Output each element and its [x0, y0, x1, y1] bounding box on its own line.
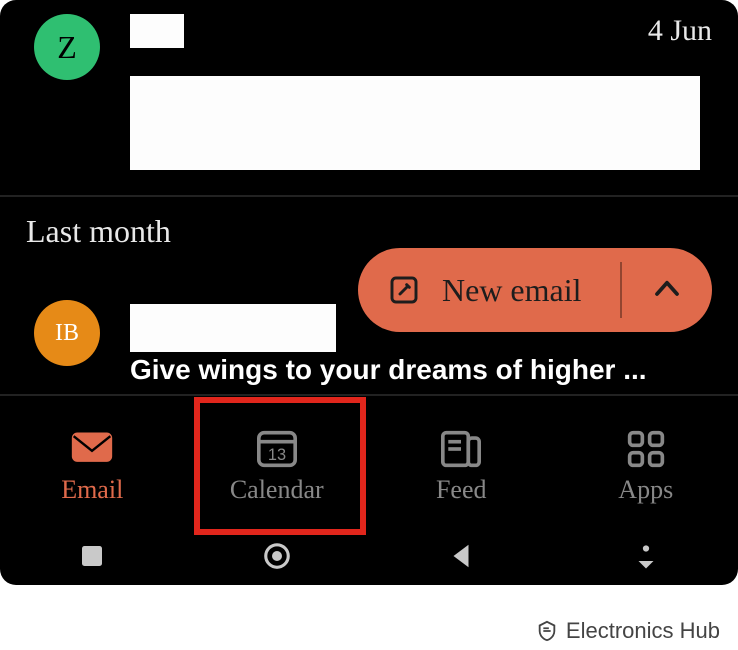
nav-label: Feed	[436, 475, 487, 505]
sender-avatar: IB	[34, 300, 100, 366]
back-icon[interactable]	[446, 541, 476, 571]
apps-icon	[624, 429, 668, 469]
email-row[interactable]: Z Z 4 Jun	[0, 0, 738, 197]
new-email-label: New email	[442, 272, 582, 309]
logo-icon	[536, 620, 558, 642]
android-system-bar	[0, 527, 738, 585]
compose-icon	[388, 274, 420, 306]
new-email-button[interactable]: New email	[358, 248, 712, 332]
nav-label: Email	[61, 475, 123, 505]
email-subject: Give wings to your dreams of higher ...	[130, 354, 722, 386]
feed-icon	[439, 429, 483, 469]
home-icon[interactable]	[262, 541, 292, 571]
watermark: Electronics Hub	[536, 618, 720, 644]
chevron-up-icon[interactable]	[652, 274, 682, 304]
redaction-block	[130, 304, 336, 352]
email-icon	[70, 429, 114, 469]
divider	[620, 262, 622, 318]
nav-apps[interactable]: Apps	[554, 407, 738, 527]
bottom-nav: Email 13 Calendar Feed	[0, 407, 738, 527]
redaction-block	[130, 14, 184, 48]
watermark-text: Electronics Hub	[566, 618, 720, 644]
email-date: 4 Jun	[648, 14, 712, 48]
recents-icon[interactable]	[77, 541, 107, 571]
section-header-last-month: Last month	[0, 197, 738, 254]
redaction-block	[130, 76, 700, 170]
drawer-icon[interactable]	[631, 541, 661, 571]
nav-email[interactable]: Email	[0, 407, 185, 527]
sender-avatar: Z	[34, 14, 100, 80]
tutorial-highlight-box	[194, 397, 366, 535]
nav-label: Apps	[618, 475, 673, 505]
nav-feed[interactable]: Feed	[369, 407, 554, 527]
